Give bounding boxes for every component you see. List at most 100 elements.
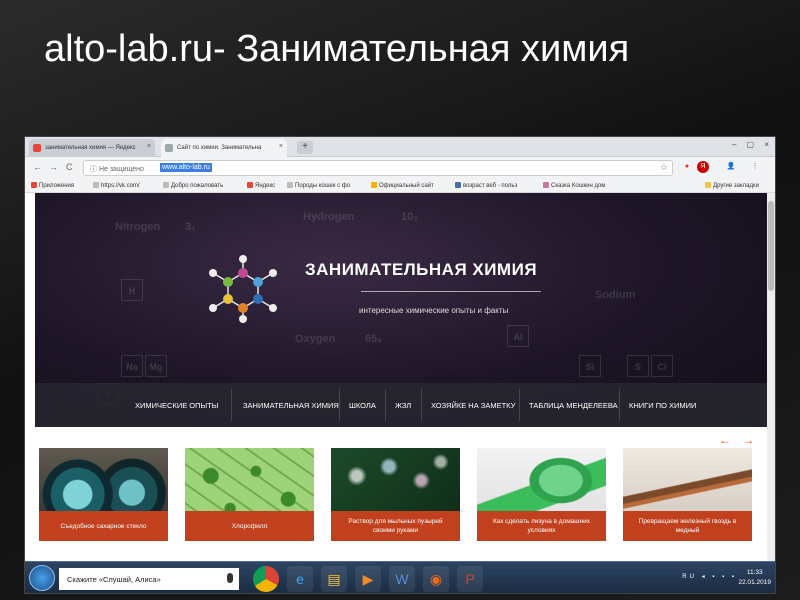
- card-caption[interactable]: Превращаем железный гвоздь в медный: [623, 511, 752, 541]
- bookmark-label: Добро пожаловать: [171, 183, 224, 189]
- molecule-logo-icon: [209, 255, 277, 323]
- periodic-cell: Na: [121, 355, 143, 377]
- ie-icon[interactable]: e: [287, 566, 313, 592]
- periodic-cell: Cl: [651, 355, 673, 377]
- new-tab-button[interactable]: +: [297, 141, 313, 154]
- article-card[interactable]: Превращаем железный гвоздь в медный: [623, 448, 752, 541]
- yandex-icon: [247, 182, 253, 188]
- chrome-icon[interactable]: [253, 566, 279, 592]
- bookmark-star-icon[interactable]: ☆: [660, 162, 668, 173]
- periodic-cell: Mg: [145, 355, 167, 377]
- language-indicator[interactable]: RU: [682, 574, 697, 580]
- bg-text: 10₂: [401, 211, 419, 223]
- site-tagline: интересные химические опыты и факты: [359, 306, 509, 315]
- page-icon: [543, 182, 549, 188]
- microphone-icon[interactable]: [227, 573, 233, 583]
- firefox-icon[interactable]: ◉: [423, 566, 449, 592]
- bg-text: Nitrogen: [115, 221, 161, 233]
- clock[interactable]: 11:33 22.01.2019: [738, 568, 771, 588]
- menu-item-books[interactable]: КНИГИ ПО ХИМИИ: [629, 401, 696, 410]
- site-title[interactable]: ЗАНИМАТЕЛЬНАЯ ХИМИЯ: [305, 260, 537, 280]
- bg-text: Oxygen: [295, 333, 336, 345]
- menu-item-housewife-tips[interactable]: ХОЗЯЙКЕ НА ЗАМЕТКУ: [431, 401, 515, 410]
- main-menu: ХИМИЧЕСКИЕ ОПЫТЫ ЗАНИМАТЕЛЬНАЯ ХИМИЯ ШКО…: [35, 383, 767, 427]
- clock-date: 22.01.2019: [738, 579, 771, 586]
- page-icon: [287, 182, 293, 188]
- bg-text: Hydrogen: [303, 211, 355, 223]
- bg-text: 3₁: [185, 221, 196, 233]
- url-text[interactable]: www.alto-lab.ru: [160, 163, 212, 172]
- record-icon[interactable]: ●: [681, 161, 693, 173]
- not-secure-label[interactable]: ⓘ Не защищено: [90, 164, 144, 174]
- bookmark-label: возраст веб - польз: [463, 183, 518, 189]
- alice-search-field[interactable]: Скажите «Слушай, Алиса»: [59, 568, 239, 590]
- menu-icon[interactable]: ⋮: [749, 161, 761, 173]
- close-tab-icon[interactable]: ×: [147, 143, 151, 150]
- menu-divider: [231, 389, 232, 421]
- slide-title: alto-lab.ru- Занимательная химия: [44, 28, 630, 70]
- menu-divider: [339, 389, 340, 421]
- menu-item-experiments[interactable]: ХИМИЧЕСКИЕ ОПЫТЫ: [135, 401, 218, 410]
- article-card[interactable]: Как сделать лизуна в домашних условиях: [477, 448, 606, 541]
- address-bar: ← → C ⓘ Не защищено www.alto-lab.ru ☆ ● …: [25, 157, 775, 179]
- menu-divider: [421, 389, 422, 421]
- other-bookmarks[interactable]: Другие закладки: [705, 182, 759, 189]
- page-icon: [93, 182, 99, 188]
- article-card[interactable]: Раствор для мыльных пузырей своими рукам…: [331, 448, 460, 541]
- periodic-cell: Si: [579, 355, 601, 377]
- url-field[interactable]: ⓘ Не защищено www.alto-lab.ru ☆: [83, 160, 673, 176]
- profile-icon[interactable]: 👤: [725, 161, 737, 173]
- card-caption[interactable]: Как сделать лизуна в домашних условиях: [477, 511, 606, 541]
- tab-alto-lab[interactable]: Сайт по химии. Занимательна ×: [161, 139, 287, 157]
- alice-placeholder: Скажите «Слушай, Алиса»: [67, 575, 161, 584]
- menu-item-zhzl[interactable]: ЖЗЛ: [395, 401, 411, 410]
- explorer-icon[interactable]: ▤: [321, 566, 347, 592]
- word-icon[interactable]: W: [389, 566, 415, 592]
- bookmark-item[interactable]: возраст веб - польз: [455, 182, 517, 189]
- bg-text: Sodium: [595, 289, 636, 301]
- bookmark-item[interactable]: Официальный сайт: [371, 182, 434, 189]
- card-caption[interactable]: Съедобное сахарное стекло: [39, 511, 168, 541]
- reload-icon[interactable]: C: [66, 162, 73, 172]
- bookmark-item[interactable]: Сказка Кошкин дом: [543, 182, 605, 189]
- tab-yandex[interactable]: занимательная химия — Яндекс ×: [29, 139, 155, 157]
- card-caption[interactable]: Раствор для мыльных пузырей своими рукам…: [331, 511, 460, 541]
- browser-screenshot: занимательная химия — Яндекс × Сайт по х…: [24, 136, 776, 594]
- bookmark-item[interactable]: Породы кошек с фо: [287, 182, 350, 189]
- tab-label: занимательная химия — Яндекс: [45, 145, 136, 151]
- close-tab-icon[interactable]: ×: [279, 143, 283, 150]
- card-caption[interactable]: Хлорофилл: [185, 511, 314, 541]
- folder-icon: [705, 182, 711, 188]
- article-card[interactable]: Съедобное сахарное стекло: [39, 448, 168, 541]
- back-icon[interactable]: ←: [33, 162, 42, 172]
- scrollbar-thumb[interactable]: [768, 201, 774, 291]
- powerpoint-icon[interactable]: P: [457, 566, 483, 592]
- start-button[interactable]: [29, 565, 55, 591]
- window-controls[interactable]: – ▢ ×: [732, 140, 773, 149]
- carousel-arrows[interactable]: ← →: [719, 433, 758, 447]
- article-card[interactable]: Хлорофилл: [185, 448, 314, 541]
- forward-icon[interactable]: →: [49, 162, 58, 172]
- bookmark-label: Яндекс: [255, 183, 276, 189]
- yandex-ext-icon[interactable]: Я: [697, 161, 709, 173]
- bookmark-item[interactable]: Приложения: [31, 182, 74, 189]
- bookmark-item[interactable]: https://vk.com/: [93, 182, 140, 189]
- site-header: Hydrogen Nitrogen Oxygen Sodium 10₂ 3₁ 6…: [35, 193, 767, 427]
- periodic-cell: Al: [507, 325, 529, 347]
- bookmark-label: Официальный сайт: [379, 183, 434, 189]
- windows-taskbar: Скажите «Слушай, Алиса» e ▤ ▶ W ◉ P RU ◂…: [25, 561, 775, 593]
- system-tray[interactable]: RU ◂ ▪ ▪ ▪: [682, 573, 737, 580]
- yandex-icon: [33, 144, 41, 152]
- media-icon[interactable]: ▶: [355, 566, 381, 592]
- menu-item-school[interactable]: ШКОЛА: [349, 401, 376, 410]
- menu-item-entertaining-chemistry[interactable]: ЗАНИМАТЕЛЬНАЯ ХИМИЯ: [243, 401, 339, 410]
- page-icon: [165, 144, 173, 152]
- page-scrollbar[interactable]: [767, 193, 775, 561]
- page-icon: [163, 182, 169, 188]
- bookmark-label: Другие закладки: [713, 183, 759, 189]
- page-icon: [371, 182, 377, 188]
- bookmark-item[interactable]: Яндекс: [247, 182, 275, 189]
- menu-item-periodic-table[interactable]: ТАБЛИЦА МЕНДЕЛЕЕВА: [529, 401, 618, 410]
- menu-divider: [619, 389, 620, 421]
- bookmark-item[interactable]: Добро пожаловать: [163, 182, 223, 189]
